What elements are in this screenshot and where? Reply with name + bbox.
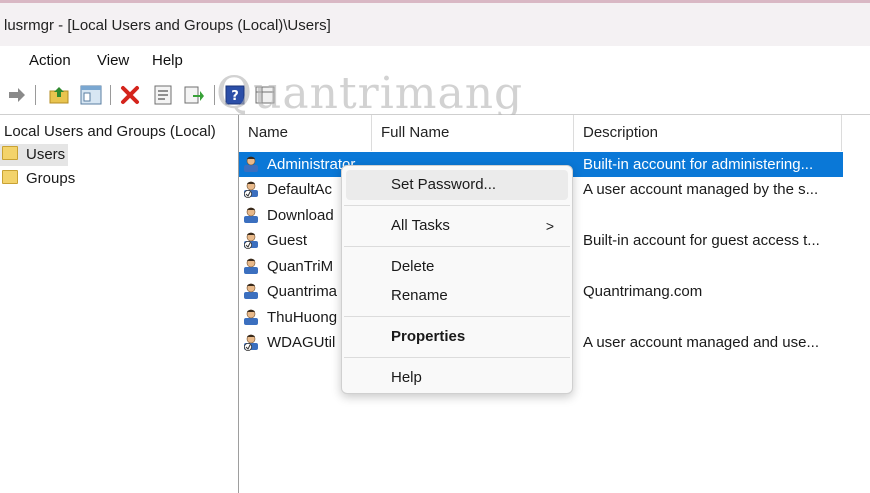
disabled-user-icon [244, 334, 258, 351]
user-icon [244, 309, 258, 325]
user-icon [244, 258, 258, 274]
menu-item-properties[interactable]: Properties [346, 322, 568, 352]
menu-help[interactable]: Help [152, 52, 183, 69]
toolbar-separator [110, 85, 111, 105]
context-menu: Set Password... All Tasks > Delete Renam… [341, 165, 573, 394]
tree-item-users[interactable]: Users [0, 144, 68, 166]
folder-icon [2, 146, 18, 160]
svg-text:?: ? [231, 89, 239, 104]
pane-splitter[interactable] [232, 115, 239, 493]
menu-view[interactable]: View [97, 52, 129, 69]
forward-arrow-icon[interactable] [6, 84, 28, 106]
folder-icon [2, 170, 18, 184]
menu-item-label: All Tasks [391, 217, 450, 234]
window-title: lusrmgr - [Local Users and Groups (Local… [4, 17, 331, 34]
tree-root-local-users-groups[interactable]: Local Users and Groups (Local) [4, 123, 216, 140]
cell-description: A user account managed by the s... [583, 181, 819, 198]
submenu-arrow-icon: > [545, 218, 554, 234]
menu-separator [344, 246, 570, 247]
menu-item-help[interactable]: Help [346, 363, 568, 393]
tree-pane: Local Users and Groups (Local) Users Gro… [0, 115, 233, 493]
user-icon [244, 207, 258, 223]
disabled-user-icon [244, 232, 258, 249]
export-list-icon[interactable] [183, 84, 205, 106]
menu-item-label: Rename [391, 287, 448, 304]
title-bar: lusrmgr - [Local Users and Groups (Local… [0, 0, 870, 46]
menu-separator [344, 316, 570, 317]
menu-separator [344, 205, 570, 206]
menu-item-all-tasks[interactable]: All Tasks > [346, 211, 568, 241]
menu-bar: Action View Help [0, 46, 870, 76]
cell-description: A user account managed and use... [583, 334, 819, 351]
menu-item-delete[interactable]: Delete [346, 252, 568, 282]
user-icon [244, 283, 258, 299]
cell-description: Quantrimang.com [583, 283, 703, 300]
menu-item-rename[interactable]: Rename [346, 281, 568, 311]
menu-item-label: Help [391, 369, 422, 386]
user-icon [244, 156, 258, 172]
menu-action[interactable]: Action [29, 52, 71, 69]
tree-item-label: Groups [26, 170, 76, 187]
delete-icon[interactable] [119, 84, 141, 106]
menu-item-set-password[interactable]: Set Password... [346, 170, 568, 200]
menu-item-label: Properties [391, 328, 466, 345]
toolbar-separator [35, 85, 36, 105]
cell-description: Built-in account for administering... [583, 156, 814, 173]
up-folder-icon[interactable] [48, 84, 70, 106]
column-header-full-name[interactable]: Full Name [372, 115, 574, 151]
menu-item-label: Set Password... [391, 176, 497, 193]
column-header-name[interactable]: Name [239, 115, 372, 151]
menu-item-label: Delete [391, 258, 435, 275]
column-header-description[interactable]: Description [574, 115, 842, 151]
cell-description: Built-in account for guest access t... [583, 232, 820, 249]
details-view-icon[interactable] [254, 84, 276, 106]
disabled-user-icon [244, 181, 258, 198]
tree-item-groups[interactable]: Groups [0, 168, 75, 190]
show-hide-tree-icon[interactable] [80, 84, 102, 106]
menu-separator [344, 357, 570, 358]
tree-item-label: Users [26, 146, 66, 163]
help-icon[interactable]: ? [224, 84, 246, 106]
toolbar-separator [214, 85, 215, 105]
toolbar: ? [0, 76, 870, 115]
properties-icon[interactable] [152, 84, 174, 106]
